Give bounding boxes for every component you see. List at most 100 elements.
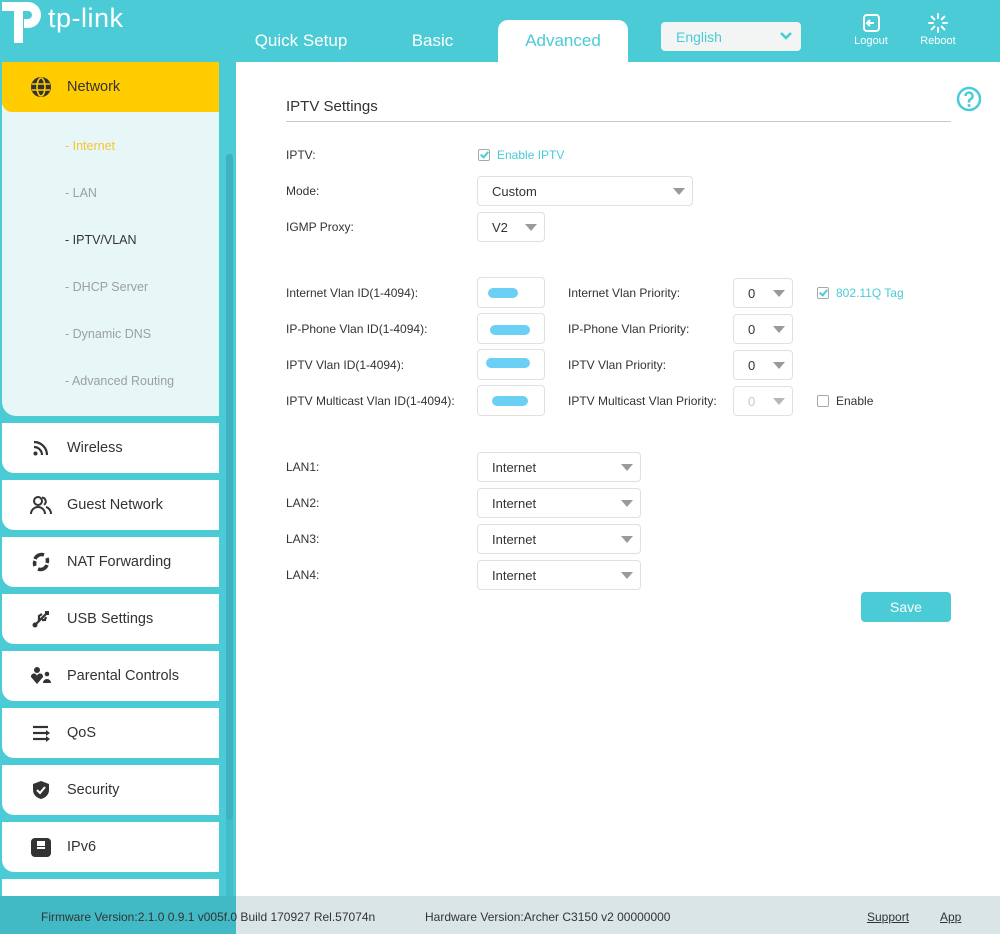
multicast-enable-checkbox[interactable]: Enable	[817, 394, 873, 408]
sidebar-subitem-lan[interactable]: - LAN	[65, 186, 97, 200]
iptv-label: IPTV:	[286, 148, 316, 162]
dropdown-arrow-icon	[773, 290, 785, 297]
iptv-vlan-id-label: IPTV Vlan ID(1-4094):	[286, 358, 405, 372]
iptv-multicast-vlan-priority-select[interactable]: 0	[733, 386, 793, 416]
iptv-multicast-vlan-priority-value: 0	[748, 393, 756, 409]
sidebar-item-parental-controls[interactable]: Parental Controls	[2, 651, 219, 701]
top-header: tp-link Quick Setup Basic Advanced Engli…	[0, 0, 1000, 62]
multicast-enable-label: Enable	[836, 394, 874, 408]
logout-button[interactable]: Logout	[846, 13, 896, 47]
sidebar-item-network[interactable]: Network	[2, 62, 219, 112]
sidebar-item-label: USB Settings	[67, 611, 154, 627]
help-icon[interactable]	[956, 86, 982, 112]
iptv-multicast-vlan-id-input[interactable]	[477, 385, 545, 416]
sidebar-subitem-dynamic-dns[interactable]: - Dynamic DNS	[65, 327, 151, 341]
sidebar-item-label: Network	[67, 79, 121, 95]
language-select[interactable]: English	[661, 22, 801, 51]
lan3-value: Internet	[492, 531, 537, 547]
nat-icon	[29, 550, 53, 574]
lan1-select[interactable]: Internet	[477, 452, 641, 482]
sidebar-item-ipv6[interactable]: IPv6	[2, 822, 219, 872]
dropdown-arrow-icon	[773, 362, 785, 369]
title-divider	[286, 121, 951, 122]
sidebar-item-label: Parental Controls	[67, 668, 180, 684]
main-content: IPTV Settings IPTV: Enable IPTV Mode: Cu…	[236, 62, 1000, 896]
dropdown-arrow-icon	[773, 326, 785, 333]
sidebar-subitem-internet[interactable]: - Internet	[65, 139, 115, 153]
igmp-proxy-select[interactable]: V2	[477, 212, 545, 242]
8021q-tag-checkbox[interactable]: 802.11Q Tag	[817, 286, 904, 300]
ip-phone-vlan-id-input[interactable]	[477, 313, 545, 344]
mode-value: Custom	[492, 183, 537, 199]
tab-advanced[interactable]: Advanced	[498, 20, 628, 62]
sidebar-item-label: IPv6	[67, 839, 97, 855]
redacted-value	[492, 396, 528, 406]
ip-phone-vlan-id-label: IP-Phone Vlan ID(1-4094):	[286, 322, 428, 336]
checkbox-icon	[817, 287, 829, 299]
sidebar-item-usb-settings[interactable]: USB Settings	[2, 594, 219, 644]
sidebar-item-wireless[interactable]: Wireless	[2, 423, 219, 473]
sidebar-item-label: Wireless	[67, 440, 123, 456]
checkbox-icon	[817, 395, 829, 407]
dropdown-arrow-icon	[621, 572, 633, 579]
lan3-select[interactable]: Internet	[477, 524, 641, 554]
sidebar-item-partial[interactable]	[2, 879, 219, 896]
mode-select[interactable]: Custom	[477, 176, 693, 206]
redacted-value	[488, 288, 518, 298]
app-link[interactable]: App	[940, 910, 961, 924]
sidebar-scrollbar-thumb[interactable]	[226, 154, 233, 820]
iptv-vlan-priority-label: IPTV Vlan Priority:	[568, 358, 667, 372]
chevron-down-icon	[780, 32, 792, 40]
ip-phone-vlan-priority-value: 0	[748, 321, 756, 337]
sidebar-subitem-dhcp-server[interactable]: - DHCP Server	[65, 280, 148, 294]
ipv6-icon	[29, 835, 53, 859]
brand-name: tp-link	[48, 3, 124, 33]
usb-icon	[29, 607, 53, 631]
sidebar-item-security[interactable]: Security	[2, 765, 219, 815]
ip-phone-vlan-priority-select[interactable]: 0	[733, 314, 793, 344]
lan4-label: LAN4:	[286, 568, 320, 582]
guests-icon	[29, 493, 53, 517]
lan3-label: LAN3:	[286, 532, 320, 546]
dropdown-arrow-icon	[621, 536, 633, 543]
globe-icon	[29, 75, 53, 99]
tab-basic[interactable]: Basic	[400, 20, 465, 62]
iptv-vlan-id-input[interactable]	[477, 349, 545, 380]
reboot-button[interactable]: Reboot	[913, 13, 963, 47]
igmp-proxy-label: IGMP Proxy:	[286, 220, 354, 234]
internet-vlan-priority-label: Internet Vlan Priority:	[568, 286, 681, 300]
save-button[interactable]: Save	[861, 592, 951, 622]
sidebar-subitem-iptv-vlan[interactable]: - IPTV/VLAN	[65, 233, 137, 247]
support-link[interactable]: Support	[867, 910, 909, 924]
internet-vlan-priority-select[interactable]: 0	[733, 278, 793, 308]
lan4-select[interactable]: Internet	[477, 560, 641, 590]
mode-label: Mode:	[286, 184, 320, 198]
tab-quick-setup[interactable]: Quick Setup	[250, 20, 352, 62]
wifi-icon	[29, 436, 53, 460]
sidebar-item-qos[interactable]: QoS	[2, 708, 219, 758]
dropdown-arrow-icon	[773, 398, 785, 405]
sidebar-item-label: NAT Forwarding	[67, 554, 172, 570]
lan2-select[interactable]: Internet	[477, 488, 641, 518]
sidebar-group-network: Network - Internet - LAN - IPTV/VLAN - D…	[2, 62, 219, 416]
dropdown-arrow-icon	[621, 464, 633, 471]
iptv-multicast-vlan-id-label: IPTV Multicast Vlan ID(1-4094):	[286, 394, 455, 408]
page-title: IPTV Settings	[286, 98, 378, 115]
reboot-label: Reboot	[920, 35, 956, 47]
enable-iptv-checkbox[interactable]: Enable IPTV	[478, 148, 564, 162]
lan1-label: LAN1:	[286, 460, 320, 474]
sidebar-item-nat-forwarding[interactable]: NAT Forwarding	[2, 537, 219, 587]
sidebar-item-label: Security	[67, 782, 120, 798]
lan2-label: LAN2:	[286, 496, 320, 510]
internet-vlan-id-input[interactable]	[477, 277, 545, 308]
qos-icon	[29, 721, 53, 745]
sidebar-subitem-advanced-routing[interactable]: - Advanced Routing	[65, 374, 174, 388]
reboot-icon	[928, 13, 948, 33]
sidebar-item-guest-network[interactable]: Guest Network	[2, 480, 219, 530]
enable-iptv-label: Enable IPTV	[497, 148, 565, 162]
lan1-value: Internet	[492, 459, 537, 475]
iptv-vlan-priority-select[interactable]: 0	[733, 350, 793, 380]
dropdown-arrow-icon	[673, 188, 685, 195]
iptv-multicast-vlan-priority-label: IPTV Multicast Vlan Priority:	[568, 394, 717, 408]
shield-icon	[29, 778, 53, 802]
